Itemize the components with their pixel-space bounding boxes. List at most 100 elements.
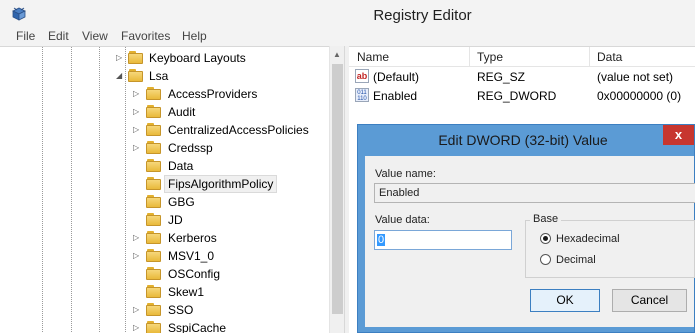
value-name-field: Enabled bbox=[374, 183, 695, 203]
tree-scrollbar[interactable]: ▲ bbox=[329, 46, 344, 333]
value-type: REG_SZ bbox=[477, 70, 526, 84]
base-group bbox=[525, 220, 695, 278]
tree-item-label: Lsa bbox=[149, 69, 169, 83]
folder-icon bbox=[146, 141, 162, 154]
tree-item-label: Kerberos bbox=[168, 231, 217, 245]
tree-item-label: SSO bbox=[168, 303, 194, 317]
value-data: 0x00000000 (0) bbox=[597, 89, 682, 103]
title-bar: Registry Editor bbox=[0, 0, 695, 30]
tree-item[interactable]: Data bbox=[0, 157, 330, 175]
edit-dword-dialog: Edit DWORD (32-bit) Value x Value name: … bbox=[357, 124, 695, 333]
tree-item[interactable]: ▷ Kerberos bbox=[0, 229, 330, 247]
expand-icon[interactable]: ▷ bbox=[133, 143, 139, 153]
value-data-label: Value data: bbox=[375, 214, 430, 226]
tree-item-label: Audit bbox=[168, 105, 196, 119]
column-separator[interactable] bbox=[589, 47, 590, 67]
folder-icon bbox=[146, 123, 162, 136]
tree-item[interactable]: ▷ Keyboard Layouts bbox=[0, 49, 330, 67]
tree-item[interactable]: ▷ CentralizedAccessPolicies bbox=[0, 121, 330, 139]
expand-icon[interactable]: ▷ bbox=[133, 251, 139, 261]
binary-value-icon: 011 110 bbox=[355, 88, 369, 102]
key-tree[interactable]: ▷ Keyboard Layouts ◢ Lsa ▷ AccessProviders ▷ Au… bbox=[0, 46, 344, 333]
tree-item[interactable]: ▷ SspiCache bbox=[0, 319, 330, 333]
tree-item[interactable]: JD bbox=[0, 211, 330, 229]
tree-item[interactable]: OSConfig bbox=[0, 265, 330, 283]
list-row[interactable]: ab (Default) REG_SZ (value not set) bbox=[349, 68, 695, 87]
column-data[interactable]: Data bbox=[597, 50, 622, 64]
dialog-title: Edit DWORD (32-bit) Value bbox=[438, 132, 608, 148]
folder-icon bbox=[146, 195, 162, 208]
folder-icon bbox=[146, 303, 162, 316]
radio-hexadecimal-label[interactable]: Hexadecimal bbox=[556, 233, 620, 245]
folder-icon bbox=[146, 285, 162, 298]
radio-hexadecimal[interactable] bbox=[540, 233, 551, 244]
menu-favorites[interactable]: Favorites bbox=[121, 29, 170, 43]
value-name-label: Value name: bbox=[375, 168, 436, 180]
scroll-thumb[interactable] bbox=[332, 64, 343, 314]
radio-decimal[interactable] bbox=[540, 254, 551, 265]
value-data-input[interactable]: 0 bbox=[374, 230, 512, 250]
value-type: REG_DWORD bbox=[477, 89, 557, 103]
tree-item[interactable]: ◢ Lsa bbox=[0, 67, 330, 85]
cancel-button[interactable]: Cancel bbox=[612, 289, 687, 312]
menu-view[interactable]: View bbox=[82, 29, 108, 43]
menu-file[interactable]: File bbox=[16, 29, 35, 43]
expand-icon[interactable]: ▷ bbox=[133, 107, 139, 117]
column-separator[interactable] bbox=[469, 47, 470, 67]
tree-item[interactable]: ▷ Audit bbox=[0, 103, 330, 121]
tree-item[interactable]: GBG bbox=[0, 193, 330, 211]
radio-decimal-label[interactable]: Decimal bbox=[556, 254, 596, 266]
expand-icon[interactable]: ▷ bbox=[133, 89, 139, 99]
folder-icon bbox=[146, 249, 162, 262]
ok-button[interactable]: OK bbox=[530, 289, 600, 312]
folder-icon bbox=[146, 267, 162, 280]
value-data: (value not set) bbox=[597, 70, 674, 84]
menu-bar: File Edit View Favorites Help bbox=[0, 27, 695, 46]
folder-icon bbox=[146, 213, 162, 226]
collapse-icon[interactable]: ◢ bbox=[116, 71, 122, 81]
tree-item-label: FipsAlgorithmPolicy bbox=[164, 175, 278, 193]
folder-icon bbox=[146, 231, 162, 244]
close-icon[interactable]: x bbox=[663, 125, 694, 145]
tree-item-label: Skew1 bbox=[168, 285, 205, 299]
folder-icon bbox=[146, 159, 162, 172]
menu-edit[interactable]: Edit bbox=[48, 29, 69, 43]
tree-item[interactable]: ▷ AccessProviders bbox=[0, 85, 330, 103]
expand-icon[interactable]: ▷ bbox=[133, 305, 139, 315]
folder-icon bbox=[128, 51, 144, 64]
list-header: Name Type Data bbox=[349, 47, 695, 67]
tree-item-label: Data bbox=[168, 159, 194, 173]
string-value-icon: ab bbox=[355, 69, 369, 83]
expand-icon[interactable]: ▷ bbox=[133, 233, 139, 243]
expand-icon[interactable]: ▷ bbox=[133, 125, 139, 135]
folder-icon bbox=[146, 321, 162, 333]
folder-icon bbox=[146, 105, 162, 118]
tree-item[interactable]: Skew1 bbox=[0, 283, 330, 301]
tree-item-label: CentralizedAccessPolicies bbox=[168, 123, 309, 137]
value-data-text: 0 bbox=[377, 234, 386, 246]
tree-item-label: Credssp bbox=[168, 141, 213, 155]
tree-item-label: AccessProviders bbox=[168, 87, 258, 101]
tree-item-label: JD bbox=[168, 213, 183, 227]
tree-item[interactable]: ▷ Credssp bbox=[0, 139, 330, 157]
tree-item-label: OSConfig bbox=[168, 267, 221, 281]
folder-icon bbox=[146, 177, 162, 190]
dialog-body: Value name: Enabled Value data: 0 Base H… bbox=[365, 156, 695, 327]
list-row[interactable]: 011 110 Enabled REG_DWORD 0x00000000 (0) bbox=[349, 87, 695, 106]
value-name: Enabled bbox=[373, 89, 418, 103]
window-title: Registry Editor bbox=[373, 7, 472, 24]
tree-item-label: Keyboard Layouts bbox=[149, 51, 246, 65]
tree-item[interactable]: ▷ SSO bbox=[0, 301, 330, 319]
menu-help[interactable]: Help bbox=[182, 29, 207, 43]
value-name: (Default) bbox=[373, 70, 420, 84]
expand-icon[interactable]: ▷ bbox=[116, 53, 122, 63]
tree-item[interactable]: ▷ MSV1_0 bbox=[0, 247, 330, 265]
tree-item-label: SspiCache bbox=[168, 321, 227, 333]
column-name[interactable]: Name bbox=[357, 50, 389, 64]
dialog-title-bar[interactable]: Edit DWORD (32-bit) Value x bbox=[358, 125, 694, 153]
column-type[interactable]: Type bbox=[477, 50, 503, 64]
tree-item[interactable]: FipsAlgorithmPolicy bbox=[0, 175, 330, 193]
base-label: Base bbox=[530, 213, 562, 225]
expand-icon[interactable]: ▷ bbox=[133, 323, 139, 333]
scroll-up-icon[interactable]: ▲ bbox=[333, 50, 341, 59]
